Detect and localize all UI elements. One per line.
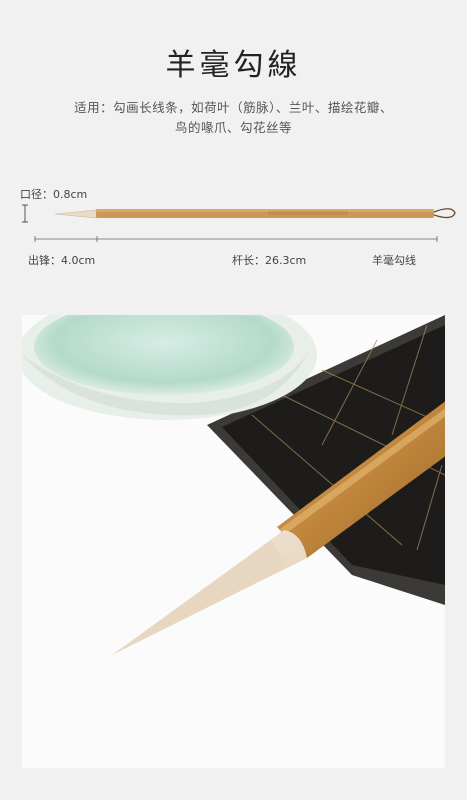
brush-dimension-diagram [22, 204, 456, 242]
usage-description-line-1: 适用：勾画长线条，如荷叶（筋脉）、兰叶、描绘花瓣、 [74, 100, 393, 115]
brush-illustration [54, 208, 456, 219]
shaft-length-label: 杆长：26.3cm [232, 254, 307, 267]
tip-length-label: 出锋：4.0cm [28, 254, 96, 267]
diameter-marker [22, 204, 28, 223]
product-photo [22, 315, 445, 768]
length-measure-line [34, 236, 438, 242]
product-title: 羊毫勾線 [165, 48, 302, 83]
brush-name-label: 羊毫勾线 [372, 254, 416, 267]
usage-description-line-2: 鸟的喙爪、勾花丝等 [174, 120, 292, 135]
